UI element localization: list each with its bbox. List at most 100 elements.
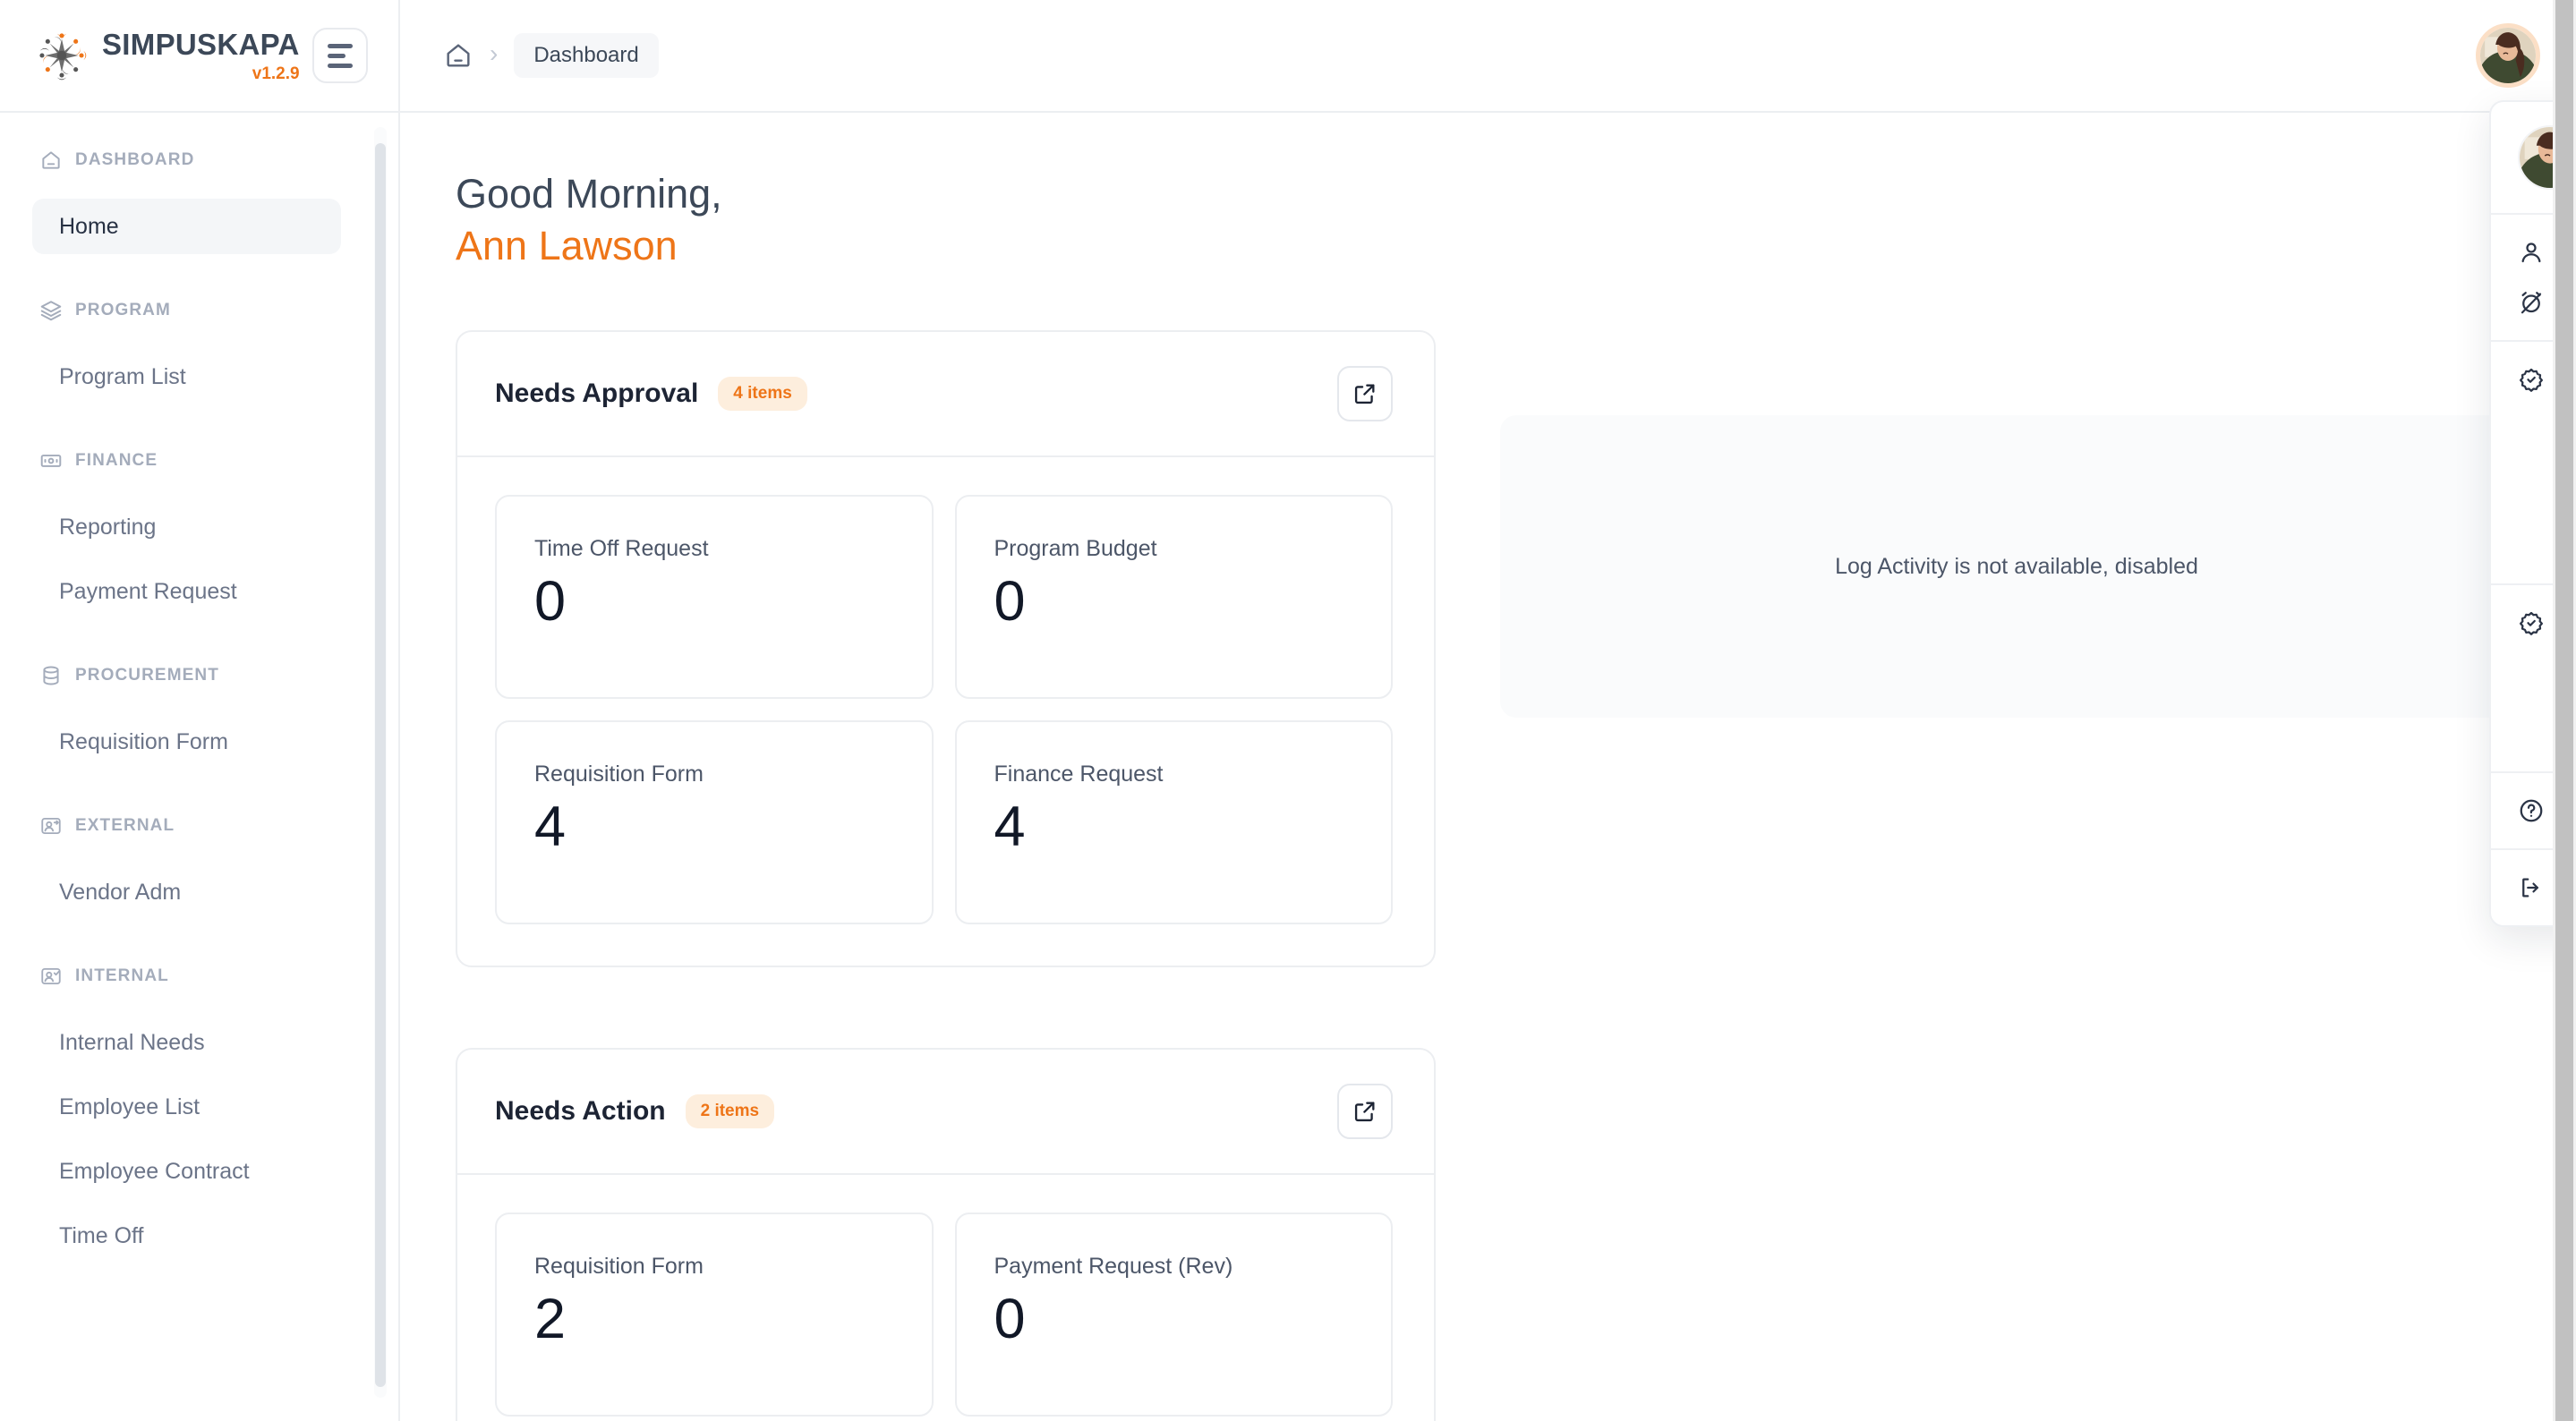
stat-tile-label: Program Budget — [994, 536, 1157, 562]
card-header: Needs Action 2 items — [457, 1050, 1434, 1176]
left-column: Good Morning, Ann Lawson Needs Approval … — [456, 168, 1436, 1421]
stat-tile-grid: Requisition Form 2 Payment Request (Rev)… — [457, 1175, 1434, 1421]
sidebar-section-dashboard: DASHBOARD — [0, 145, 398, 175]
sidebar-item-label: Employee Contract — [59, 1158, 250, 1184]
right-column: Log Activity is not available, disabled — [1436, 168, 2533, 1421]
sidebar-item-reporting[interactable]: Reporting — [32, 499, 341, 555]
logout-icon — [2518, 874, 2545, 901]
hamburger-line — [328, 53, 345, 58]
sidebar-section-finance: FINANCE — [0, 446, 398, 476]
sidebar-section-procurement: PROCUREMENT — [0, 660, 398, 691]
stat-tile-value: 0 — [534, 570, 567, 634]
stat-tile-label: Requisition Form — [534, 1254, 704, 1280]
brand-header: SIMPUSKAPA v1.2.9 — [0, 0, 398, 113]
starburst-people-logo-icon — [36, 30, 88, 81]
sidebar-item-employee-list[interactable]: Employee List — [32, 1079, 341, 1135]
brand-version: v1.2.9 — [252, 64, 300, 83]
layers-icon — [39, 299, 63, 322]
sidebar-item-requisition-form[interactable]: Requisition Form — [32, 714, 341, 770]
greeting: Good Morning, Ann Lawson — [456, 168, 1436, 271]
sidebar-item-label: Employee List — [59, 1093, 200, 1119]
sidebar-section-label: INTERNAL — [75, 966, 169, 985]
sidebar-section-label: PROCUREMENT — [75, 666, 219, 685]
sidebar-item-program-list[interactable]: Program List — [32, 349, 341, 404]
card-item-count-badge: 2 items — [685, 1094, 775, 1129]
home-icon[interactable] — [443, 40, 473, 71]
stat-tile-label: Time Off Request — [534, 536, 709, 562]
page-scrollbar-track[interactable] — [2553, 0, 2576, 1421]
breadcrumb-separator: › — [490, 39, 499, 67]
money-icon — [39, 449, 63, 472]
sidebar-item-home[interactable]: Home — [32, 199, 341, 254]
sidebar-item-payment-request[interactable]: Payment Request — [32, 564, 341, 619]
breadcrumb: › Dashboard — [443, 33, 659, 78]
sidebar-nav: DASHBOARD Home PROGRAM Program List FINA… — [0, 113, 398, 1421]
stat-tile-label: Payment Request (Rev) — [994, 1254, 1233, 1280]
stat-tile-value: 0 — [994, 570, 1026, 634]
sidebar-item-label: Payment Request — [59, 578, 237, 604]
badge-check-icon — [2518, 609, 2545, 636]
app-root: SIMPUSKAPA v1.2.9 DASHBOARD Home PROGRAM… — [0, 0, 2576, 1421]
sidebar-item-label: Internal Needs — [59, 1029, 205, 1055]
log-activity-panel: Log Activity is not available, disabled — [1500, 415, 2533, 718]
stat-tile-value: 4 — [534, 796, 567, 859]
stat-tile[interactable]: Requisition Form 2 — [495, 1213, 934, 1417]
sidebar: SIMPUSKAPA v1.2.9 DASHBOARD Home PROGRAM… — [0, 0, 400, 1421]
hamburger-icon[interactable] — [312, 28, 368, 83]
sidebar-section-label: EXTERNAL — [75, 816, 175, 835]
log-activity-message: Log Activity is not available, disabled — [1835, 553, 2198, 579]
sidebar-item-label: Home — [59, 213, 119, 239]
dashboard-content: Good Morning, Ann Lawson Needs Approval … — [400, 113, 2576, 1421]
sidebar-section-internal: INTERNAL — [0, 961, 398, 991]
external-link-icon[interactable] — [1337, 366, 1393, 422]
stat-tile-label: Finance Request — [994, 762, 1164, 787]
avatar[interactable] — [2476, 23, 2540, 88]
stat-tile-value: 2 — [534, 1288, 567, 1351]
sidebar-item-vendor-adm[interactable]: Vendor Adm — [32, 864, 341, 920]
breadcrumb-current[interactable]: Dashboard — [514, 33, 659, 78]
sidebar-item-label: Reporting — [59, 514, 157, 540]
alarm-off-icon — [2518, 289, 2545, 316]
user-arrow-icon — [39, 814, 63, 838]
sidebar-item-label: Requisition Form — [59, 728, 228, 754]
hamburger-line — [328, 43, 353, 48]
sidebar-item-label: Vendor Adm — [59, 879, 182, 905]
sidebar-item-employee-contract[interactable]: Employee Contract — [32, 1144, 341, 1199]
page-scrollbar-thumb[interactable] — [2555, 0, 2573, 1421]
stat-tile[interactable]: Time Off Request 0 — [495, 495, 934, 700]
card-title: Needs Approval — [495, 379, 699, 409]
stat-tile-value: 4 — [994, 796, 1026, 859]
greeting-line-2: Ann Lawson — [456, 222, 678, 268]
needs-approval-card: Needs Approval 4 items Time Off Request … — [456, 330, 1436, 968]
user-check-icon — [39, 965, 63, 988]
brand-name: SIMPUSKAPA — [102, 27, 300, 61]
stat-tile[interactable]: Finance Request 4 — [954, 720, 1393, 925]
stat-tile[interactable]: Payment Request (Rev) 0 — [954, 1213, 1393, 1417]
needs-action-card: Needs Action 2 items Requisition Form 2 … — [456, 1048, 1436, 1421]
stat-tile[interactable]: Program Budget 0 — [954, 495, 1393, 700]
stat-tile[interactable]: Requisition Form 4 — [495, 720, 934, 925]
card-title: Needs Action — [495, 1096, 666, 1127]
home-icon — [39, 149, 63, 172]
sidebar-section-external: EXTERNAL — [0, 811, 398, 841]
sidebar-scrollbar-thumb[interactable] — [375, 143, 386, 1387]
external-link-icon[interactable] — [1337, 1084, 1393, 1140]
sidebar-item-label: Time Off — [59, 1222, 144, 1248]
question-circle-icon — [2518, 797, 2545, 824]
card-item-count-badge: 4 items — [718, 377, 807, 412]
sidebar-item-internal-needs[interactable]: Internal Needs — [32, 1015, 341, 1070]
brand-text: SIMPUSKAPA v1.2.9 — [102, 30, 300, 82]
sidebar-section-program: PROGRAM — [0, 295, 398, 326]
sidebar-item-time-off[interactable]: Time Off — [32, 1208, 341, 1264]
stat-tile-value: 0 — [994, 1288, 1026, 1351]
